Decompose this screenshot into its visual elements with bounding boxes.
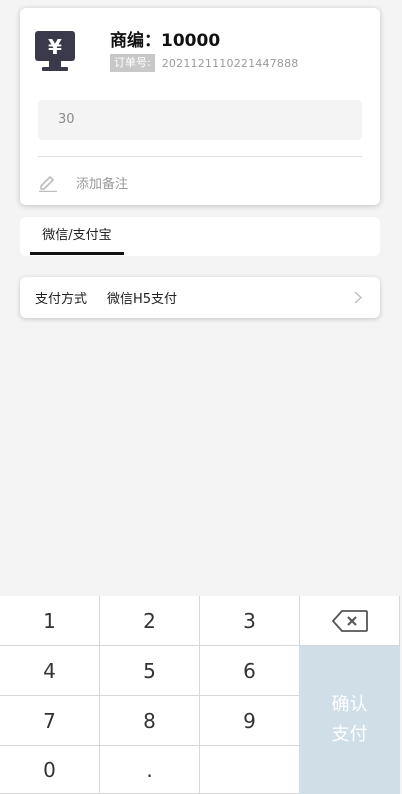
order-number: 2021121110221447888: [161, 56, 299, 70]
backspace-button[interactable]: [300, 596, 400, 646]
payment-tabs: 微信/支付宝: [20, 217, 380, 256]
order-row: 订单号: 2021121110221447888: [110, 54, 299, 72]
pencil-icon: [39, 176, 57, 192]
tab-label: 微信/支付宝: [42, 228, 112, 243]
svg-text:¥: ¥: [48, 35, 62, 59]
merchant-monitor-icon: ¥: [35, 31, 75, 71]
key-9[interactable]: 9: [200, 696, 300, 746]
merchant-card: ¥ 商编：10000 订单号: 2021121110221447888 30 添…: [20, 8, 380, 205]
pay-method-label: 支付方式: [35, 292, 88, 307]
key-0[interactable]: 0: [0, 746, 100, 794]
chevron-right-icon: [354, 291, 362, 304]
key-4[interactable]: 4: [0, 646, 100, 696]
order-label: 订单号:: [110, 54, 155, 72]
confirm-pay-button[interactable]: 确认 支付: [299, 646, 400, 794]
key-6[interactable]: 6: [200, 646, 300, 696]
key-5[interactable]: 5: [100, 646, 200, 696]
key-8[interactable]: 8: [100, 696, 200, 746]
key-dot[interactable]: .: [100, 746, 200, 794]
key-1[interactable]: 1: [0, 596, 100, 646]
pay-method-row[interactable]: 支付方式 微信H5支付: [20, 277, 380, 318]
remark-field[interactable]: 添加备注: [38, 172, 128, 192]
confirm-label-line2: 支付: [331, 724, 368, 745]
key-3[interactable]: 3: [200, 596, 300, 646]
pay-method-value: 微信H5支付: [107, 292, 178, 307]
key-empty: [200, 746, 300, 794]
numeric-keypad: 1 2 3 4 5 6 7 8 9 0 . 确认 支付: [0, 596, 400, 794]
tab-active-indicator: [30, 252, 124, 255]
confirm-label-line1: 确认: [331, 694, 368, 715]
amount-input[interactable]: 30: [38, 100, 362, 140]
key-2[interactable]: 2: [100, 596, 200, 646]
remark-placeholder: 添加备注: [76, 176, 129, 192]
merchant-title: 商编：10000: [110, 31, 221, 51]
backspace-icon: [331, 609, 368, 632]
key-7[interactable]: 7: [0, 696, 100, 746]
divider: [38, 156, 362, 157]
tab-wechat-alipay[interactable]: 微信/支付宝: [30, 217, 124, 256]
